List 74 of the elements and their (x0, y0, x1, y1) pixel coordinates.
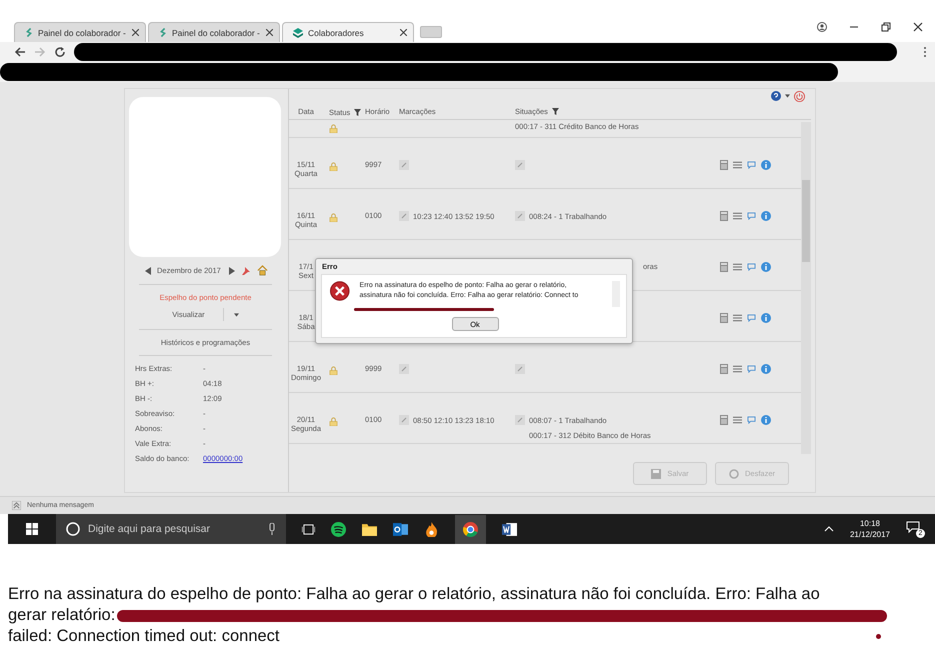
comment-icon[interactable] (747, 365, 756, 373)
power-icon[interactable] (794, 90, 805, 102)
filter-icon[interactable] (354, 108, 362, 116)
info-icon[interactable] (761, 415, 771, 425)
search-field[interactable]: Digite aqui para pesquisar (56, 514, 286, 544)
calculator-icon[interactable] (720, 313, 728, 323)
windows-start-icon[interactable] (26, 523, 38, 535)
comment-icon[interactable] (747, 212, 756, 220)
next-icon[interactable] (228, 266, 235, 274)
list-icon[interactable] (733, 365, 742, 373)
list-icon[interactable] (733, 263, 742, 271)
clock-date[interactable]: 21/12/2017 (850, 529, 890, 540)
info-icon[interactable] (761, 262, 771, 272)
scrollbar[interactable] (801, 122, 811, 454)
calculator-icon[interactable] (720, 262, 728, 272)
lock-icon (329, 213, 338, 222)
flame-icon[interactable] (424, 522, 439, 536)
browser-tab[interactable]: Colaboradores (282, 22, 414, 42)
comment-icon[interactable] (747, 314, 756, 322)
lock-icon (329, 162, 338, 171)
mail-app-icon[interactable] (393, 522, 408, 536)
help-icon[interactable] (771, 91, 781, 101)
lock-icon (329, 124, 338, 133)
close-icon[interactable] (913, 22, 923, 32)
close-icon[interactable] (266, 29, 273, 36)
folder-icon[interactable] (362, 522, 377, 536)
calculator-icon[interactable] (720, 211, 728, 221)
calculator-icon[interactable] (720, 160, 728, 170)
comment-icon[interactable] (747, 161, 756, 169)
stack-logo-icon (293, 28, 303, 38)
caption-text: failed: Connection timed out: connect (8, 626, 280, 647)
ink-dot (876, 634, 881, 639)
previous-icon[interactable] (145, 266, 151, 274)
task-view-icon[interactable] (302, 524, 315, 534)
circle-icon (66, 522, 80, 536)
comment-icon[interactable] (747, 263, 756, 271)
calculator-icon[interactable] (720, 364, 728, 374)
reload-icon[interactable] (54, 46, 66, 58)
word-app-icon[interactable] (502, 522, 517, 536)
s-logo-icon (159, 27, 167, 38)
close-icon[interactable] (400, 29, 407, 36)
expand-icon[interactable] (12, 501, 21, 510)
info-icon[interactable] (761, 160, 771, 170)
music-app-icon[interactable] (331, 522, 346, 536)
list-icon[interactable] (733, 212, 742, 220)
microphone-icon[interactable] (268, 523, 276, 535)
close-icon[interactable] (132, 29, 139, 36)
lock-icon (329, 417, 338, 426)
browser-app-icon[interactable] (455, 514, 486, 544)
home-icon[interactable] (256, 265, 268, 276)
menu-icon[interactable] (923, 46, 927, 58)
info-icon[interactable] (761, 211, 771, 221)
error-icon (330, 281, 350, 301)
lock-icon (329, 366, 338, 375)
clock-time[interactable]: 10:18 (860, 518, 880, 529)
back-icon[interactable] (14, 46, 26, 58)
browser-tab[interactable]: Painel do colaborador - (148, 22, 280, 42)
calculator-icon[interactable] (720, 415, 728, 425)
info-icon[interactable] (761, 313, 771, 323)
caption-text: Erro na assinatura do espelho de ponto: Falha ao gerar o relatório, assinatura não foi concluída. Erro: Falha ao (8, 584, 821, 605)
account-icon[interactable] (817, 22, 827, 32)
browser-tab[interactable]: Painel do colaborador - (14, 22, 146, 42)
info-icon[interactable] (761, 364, 771, 374)
list-icon[interactable] (733, 314, 742, 322)
filter-icon[interactable] (552, 108, 559, 114)
dropdown-icon[interactable] (234, 312, 239, 316)
caret-icon[interactable] (785, 94, 790, 98)
list-icon[interactable] (733, 416, 742, 424)
s-logo-icon (25, 27, 33, 38)
list-icon[interactable] (733, 161, 742, 169)
chevron-up-icon[interactable] (824, 526, 834, 532)
restore-icon[interactable] (881, 22, 891, 32)
caption-text: gerar relatório: (8, 605, 116, 626)
comment-icon[interactable] (747, 416, 756, 424)
